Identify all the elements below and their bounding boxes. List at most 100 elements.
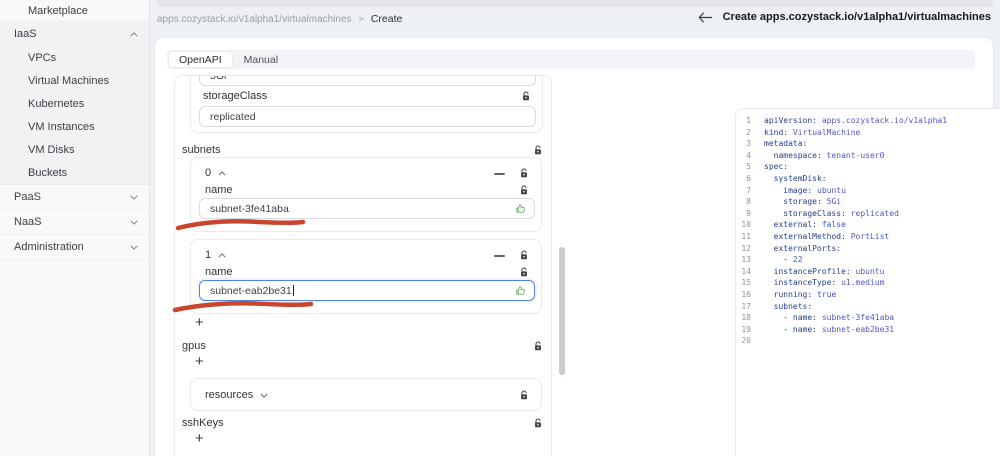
sidebar-group-iaas: IaaS VPCs Virtual Machines Kubernetes VM In… xyxy=(0,22,149,185)
code-line[interactable]: 17 subnets: xyxy=(736,301,1000,313)
subnet-item-0-index: 0 xyxy=(205,167,212,179)
lock-icon xyxy=(522,91,530,101)
yaml-editor[interactable]: 1 apiVersion: apps.cozystack.io/v1alpha1 2… xyxy=(735,108,1000,456)
line-content: external: false xyxy=(773,220,846,230)
line-number: 3 xyxy=(746,139,751,149)
code-line[interactable]: 3 metadata: xyxy=(736,138,1000,150)
resources-card[interactable]: resources xyxy=(190,378,542,411)
code-line[interactable]: 18 - name: subnet-3fe41aba xyxy=(736,312,1000,324)
code-line[interactable]: 20 xyxy=(736,335,1000,347)
sidebar-group-label: IaaS xyxy=(14,28,37,40)
line-number: 8 xyxy=(746,197,751,207)
sidebar-item-vpcs[interactable]: VPCs xyxy=(0,46,149,69)
sidebar: Marketplace IaaS VPCs Virtual Machines Kube… xyxy=(0,0,150,456)
code-line[interactable]: 6 systemDisk: xyxy=(736,173,1000,185)
sidebar-group-header-paas[interactable]: PaaS xyxy=(0,185,149,209)
breadcrumb-path[interactable]: apps.cozystack.io/v1alpha1/virtualmachin… xyxy=(157,14,352,25)
line-number: 19 xyxy=(741,324,751,334)
tab-manual[interactable]: Manual xyxy=(234,52,288,67)
chevron-down-icon xyxy=(130,241,138,253)
chevron-up-icon xyxy=(218,252,226,258)
line-content: externalPorts: xyxy=(773,243,842,253)
sidebar-item-buckets[interactable]: Buckets xyxy=(0,161,149,184)
add-gpu-button[interactable]: + xyxy=(195,354,204,369)
code-line[interactable]: 13 - 22 xyxy=(736,254,1000,266)
sidebar-item-vm-disks[interactable]: VM Disks xyxy=(0,138,149,161)
storageclass-label: storageClass xyxy=(203,90,268,102)
storage-input-value: 5Gi xyxy=(210,75,227,82)
line-number: 14 xyxy=(741,266,751,276)
line-content: spec: xyxy=(764,162,789,172)
page-header: Create apps.cozystack.io/v1alpha1/virtua… xyxy=(698,11,991,23)
add-sshkey-button[interactable]: + xyxy=(195,431,204,446)
lock-icon xyxy=(520,185,528,195)
sidebar-item-vm-instances[interactable]: VM Instances xyxy=(0,115,149,138)
form-scrollbar-thumb[interactable] xyxy=(559,247,565,375)
line-content: systemDisk: xyxy=(773,173,827,183)
systemdisk-group-card: 5Gi storageClass replicated xyxy=(190,75,543,133)
lock-icon xyxy=(534,341,542,351)
code-line[interactable]: 16 running: true xyxy=(736,289,1000,301)
subnet-item-1-toggle[interactable]: 1 xyxy=(205,249,226,261)
remove-subnet-0-button[interactable] xyxy=(494,173,505,175)
thumbs-up-icon[interactable] xyxy=(515,203,526,214)
gpus-label: gpus xyxy=(182,340,206,352)
sidebar-group-header-administration[interactable]: Administration xyxy=(0,235,149,259)
line-number: 20 xyxy=(741,336,751,346)
resources-toggle[interactable]: resources xyxy=(205,389,268,401)
openapi-form-panel: 5Gi storageClass replicated subnets 0 na… xyxy=(174,75,552,456)
code-line[interactable]: 7 image: ubuntu xyxy=(736,185,1000,197)
sidebar-group-label: PaaS xyxy=(14,191,41,203)
tab-openapi[interactable]: OpenAPI xyxy=(169,52,232,67)
subnet-item-1-card: 1 name subnet-eab2be31 xyxy=(190,239,542,314)
code-line[interactable]: 1 apiVersion: apps.cozystack.io/v1alpha1 xyxy=(736,115,1000,127)
chevron-down-icon xyxy=(130,216,138,228)
subnet-1-name-input[interactable]: subnet-eab2be31 xyxy=(199,280,535,301)
line-content: storageClass: replicated xyxy=(783,208,899,218)
subnet-1-name-label: name xyxy=(205,266,233,278)
subnet-item-0-card: 0 name subnet-3fe41aba xyxy=(190,157,542,232)
chevron-down-icon xyxy=(260,393,268,398)
subnets-label: subnets xyxy=(182,144,221,156)
thumbs-up-icon[interactable] xyxy=(515,285,526,296)
subnet-0-name-value: subnet-3fe41aba xyxy=(210,202,289,215)
line-content: externalMethod: PortList xyxy=(773,231,890,241)
line-content: apiVersion: apps.cozystack.io/v1alpha1 xyxy=(764,116,948,125)
storage-input[interactable]: 5Gi xyxy=(199,75,536,86)
code-line[interactable]: 15 instanceType: u1.medium xyxy=(736,277,1000,289)
remove-subnet-1-button[interactable] xyxy=(494,255,505,257)
chevron-up-icon xyxy=(130,28,138,40)
line-number: 4 xyxy=(746,150,751,160)
subnet-0-name-input[interactable]: subnet-3fe41aba xyxy=(199,198,535,219)
code-line[interactable]: 8 storage: 5Gi xyxy=(736,196,1000,208)
line-content: storage: 5Gi xyxy=(783,197,842,207)
subnet-item-0-toggle[interactable]: 0 xyxy=(205,167,226,179)
resources-label: resources xyxy=(205,389,254,401)
sidebar-group-header-iaas[interactable]: IaaS xyxy=(0,22,149,46)
line-content: namespace: tenant-user0 xyxy=(773,150,885,160)
lock-icon xyxy=(534,418,542,428)
code-line[interactable]: 19 - name: subnet-eab2be31 xyxy=(736,324,1000,336)
sidebar-item-kubernetes[interactable]: Kubernetes xyxy=(0,92,149,115)
back-arrow-icon[interactable] xyxy=(698,12,712,23)
code-line[interactable]: 4 namespace: tenant-user0 xyxy=(736,150,1000,162)
yaml-code[interactable]: 1 apiVersion: apps.cozystack.io/v1alpha1 2… xyxy=(736,115,1000,347)
breadcrumb-separator: > xyxy=(358,14,364,24)
code-line[interactable]: 11 externalMethod: PortList xyxy=(736,231,1000,243)
sshkeys-label: sshKeys xyxy=(182,417,224,429)
lock-icon xyxy=(534,145,542,155)
line-content: instanceProfile: ubuntu xyxy=(773,266,885,276)
code-line[interactable]: 2 kind: VirtualMachine xyxy=(736,127,1000,139)
code-line[interactable]: 9 storageClass: replicated xyxy=(736,208,1000,220)
code-line[interactable]: 12 externalPorts: xyxy=(736,243,1000,255)
sidebar-item-virtual-machines[interactable]: Virtual Machines xyxy=(0,69,149,92)
storageclass-input[interactable]: replicated xyxy=(199,106,536,127)
line-content: image: ubuntu xyxy=(783,185,846,195)
add-subnet-button[interactable]: + xyxy=(195,315,204,330)
sidebar-item-marketplace[interactable]: Marketplace xyxy=(0,0,149,22)
code-line[interactable]: 14 instanceProfile: ubuntu xyxy=(736,266,1000,278)
code-line[interactable]: 10 external: false xyxy=(736,219,1000,231)
code-line[interactable]: 5 spec: xyxy=(736,161,1000,173)
sidebar-group-header-naas[interactable]: NaaS xyxy=(0,210,149,234)
line-number: 11 xyxy=(741,231,751,241)
